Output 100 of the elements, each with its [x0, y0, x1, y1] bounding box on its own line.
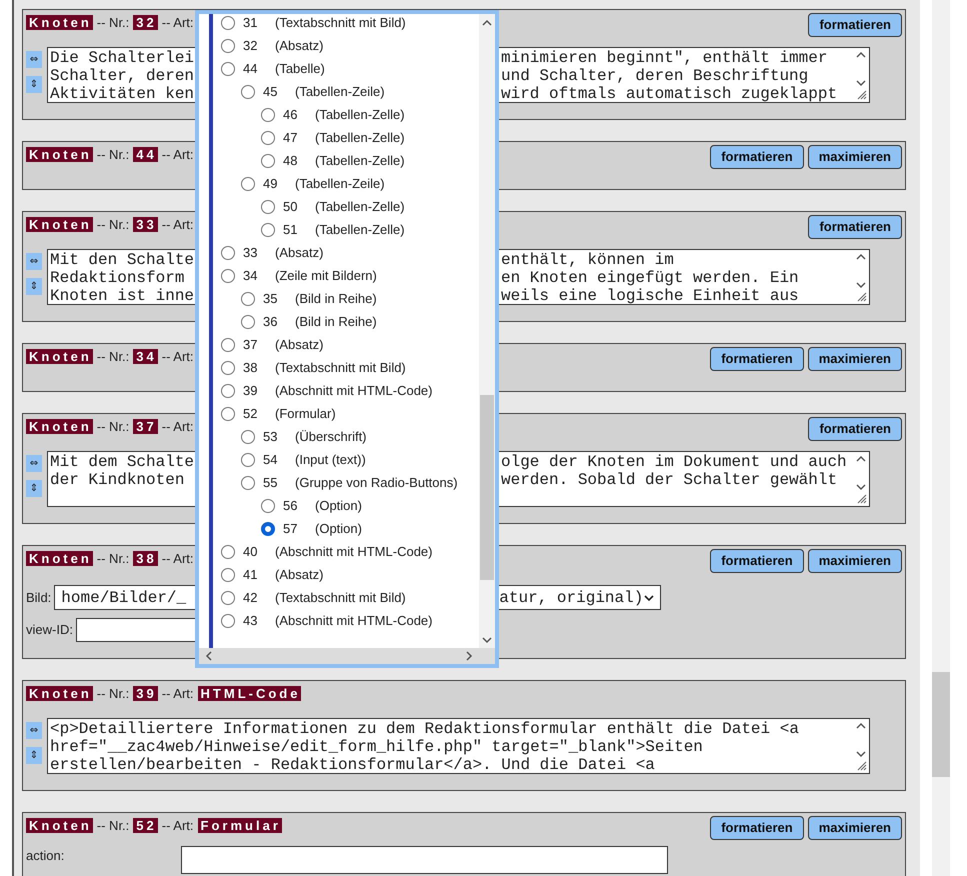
field-label: -- Nr.:	[96, 147, 130, 162]
text-line: Mit dem Schalte	[50, 453, 194, 471]
text-line: werden. Sobald der Schalter gewählt	[501, 471, 838, 489]
field-label: -- Nr.:	[96, 217, 130, 232]
field-label: -- Art:	[162, 551, 194, 566]
node-type: (Tabellen-Zeile)	[295, 174, 385, 193]
field-label: -- Nr.:	[96, 15, 130, 30]
node-number: 42	[242, 588, 258, 607]
text-line: minimieren beginnt", enthält immer	[501, 49, 828, 67]
node-label: Knoten	[26, 818, 93, 833]
node-number: 49	[262, 174, 278, 193]
node-label: Knoten	[26, 349, 93, 364]
node-number: 45	[262, 82, 278, 101]
node-type: (Überschrift)	[295, 428, 367, 446]
field-label: -- Art:	[162, 349, 194, 364]
node-number: 43	[242, 612, 258, 630]
node-type: Formular	[198, 818, 282, 833]
node-number: 53	[262, 428, 278, 446]
field-label: -- Art:	[162, 15, 194, 30]
node-number: 31	[242, 14, 258, 32]
text-line: und Schalter, deren Beschriftung	[501, 67, 808, 85]
node-number: 37	[133, 419, 158, 434]
text-line: enthält, können im	[501, 251, 674, 269]
node-number: 38	[242, 358, 258, 377]
field-label: Bild:	[26, 588, 52, 607]
field-label: -- Art:	[162, 818, 194, 833]
node-number: 39	[242, 382, 258, 400]
node-number: 52	[242, 404, 258, 423]
node-type: (Absatz)	[275, 36, 324, 55]
node-number: 57	[282, 520, 298, 538]
field-label: action:	[26, 849, 66, 863]
node-type: (Input (text))	[295, 450, 366, 469]
text-line: Aktivitäten ken	[50, 85, 194, 102]
text-line: wird oftmals automatisch zugeklappt	[501, 85, 838, 102]
node-number: 32	[242, 36, 258, 55]
node-type: (Abschnitt mit HTML-Code)	[275, 542, 432, 561]
node-number: 48	[282, 152, 298, 170]
node-number: 37	[242, 336, 258, 354]
field-label: -- Nr.:	[96, 419, 130, 434]
node-number: 54	[262, 450, 278, 469]
node-type: (Tabellen-Zelle)	[315, 220, 405, 239]
node-label: Knoten	[26, 551, 93, 566]
node-type: (Tabellen-Zelle)	[315, 152, 405, 170]
field-label: -- Art:	[162, 147, 194, 162]
node-label: Knoten	[26, 15, 93, 30]
node-type: HTML-Code	[198, 686, 302, 701]
field-label: -- Art:	[162, 217, 194, 232]
node-type: (Gruppe von Radio-Buttons)	[295, 474, 458, 492]
node-number: 47	[282, 128, 298, 147]
node-number: 32	[133, 15, 158, 30]
node-number: 34	[133, 349, 158, 364]
node-number: 40	[242, 542, 258, 561]
text-line: Redaktionsform	[50, 269, 184, 287]
node-number: 44	[242, 60, 258, 78]
node-number: 39	[133, 686, 158, 701]
node-number: 51	[282, 220, 298, 239]
node-type: (Formular)	[275, 404, 336, 423]
text-line: erstellen/bearbeiten - Redaktionsformular</a>. Und die Datei <a	[50, 756, 655, 773]
node-type: (Tabellen-Zelle)	[315, 128, 405, 147]
field-label: -- Art:	[162, 686, 194, 701]
text-line: Knoten ist inne	[50, 287, 194, 304]
node-type: (Zeile mit Bildern)	[275, 266, 377, 285]
text-line: en Knoten eingefügt werden. Ein	[501, 269, 799, 287]
node-label: Knoten	[26, 147, 93, 162]
node-type: (Option)	[315, 496, 362, 515]
text-line: der Kindknoten	[50, 471, 184, 489]
node-number: 52	[133, 818, 158, 833]
node-type: (Tabellen-Zelle)	[315, 106, 405, 124]
node-type: (Tabelle)	[275, 60, 325, 78]
text-line: Mit den Schalte	[50, 251, 194, 269]
node-number: 33	[242, 244, 258, 262]
node-type: (Textabschnitt mit Bild)	[275, 358, 406, 377]
node-number: 46	[282, 106, 298, 124]
node-type: (Textabschnitt mit Bild)	[275, 14, 406, 32]
node-label: Knoten	[26, 686, 93, 701]
node-number: 44	[133, 147, 158, 162]
field-label: -- Art:	[162, 419, 194, 434]
node-type: (Bild in Reihe)	[295, 290, 377, 308]
node-type: (Absatz)	[275, 336, 324, 354]
node-label: Knoten	[26, 217, 93, 232]
node-type: (Tabellen-Zeile)	[295, 82, 385, 101]
node-number: 35	[262, 290, 278, 308]
node-number: 56	[282, 496, 298, 515]
node-number: 50	[282, 198, 298, 216]
node-type: (Tabellen-Zelle)	[315, 198, 405, 216]
field-label: -- Nr.:	[96, 686, 130, 701]
text-line: weils eine logische Einheit aus	[501, 287, 799, 304]
node-number: 55	[262, 474, 278, 492]
field-label: -- Nr.:	[96, 551, 130, 566]
node-number: 36	[262, 312, 278, 331]
node-type: (Bild in Reihe)	[295, 312, 377, 331]
node-number: 33	[133, 217, 158, 232]
node-type: (Abschnitt mit HTML-Code)	[275, 382, 432, 400]
text-line: Die Schalterlei	[50, 49, 194, 67]
field-label: -- Nr.:	[96, 349, 130, 364]
node-type: (Textabschnitt mit Bild)	[275, 588, 406, 607]
text-line: <p>Detailliertere Informationen zu dem Redaktionsformular enthält die Datei <a	[50, 720, 799, 738]
node-type: (Absatz)	[275, 566, 324, 584]
node-number: 34	[242, 266, 258, 285]
node-label: Knoten	[26, 419, 93, 434]
